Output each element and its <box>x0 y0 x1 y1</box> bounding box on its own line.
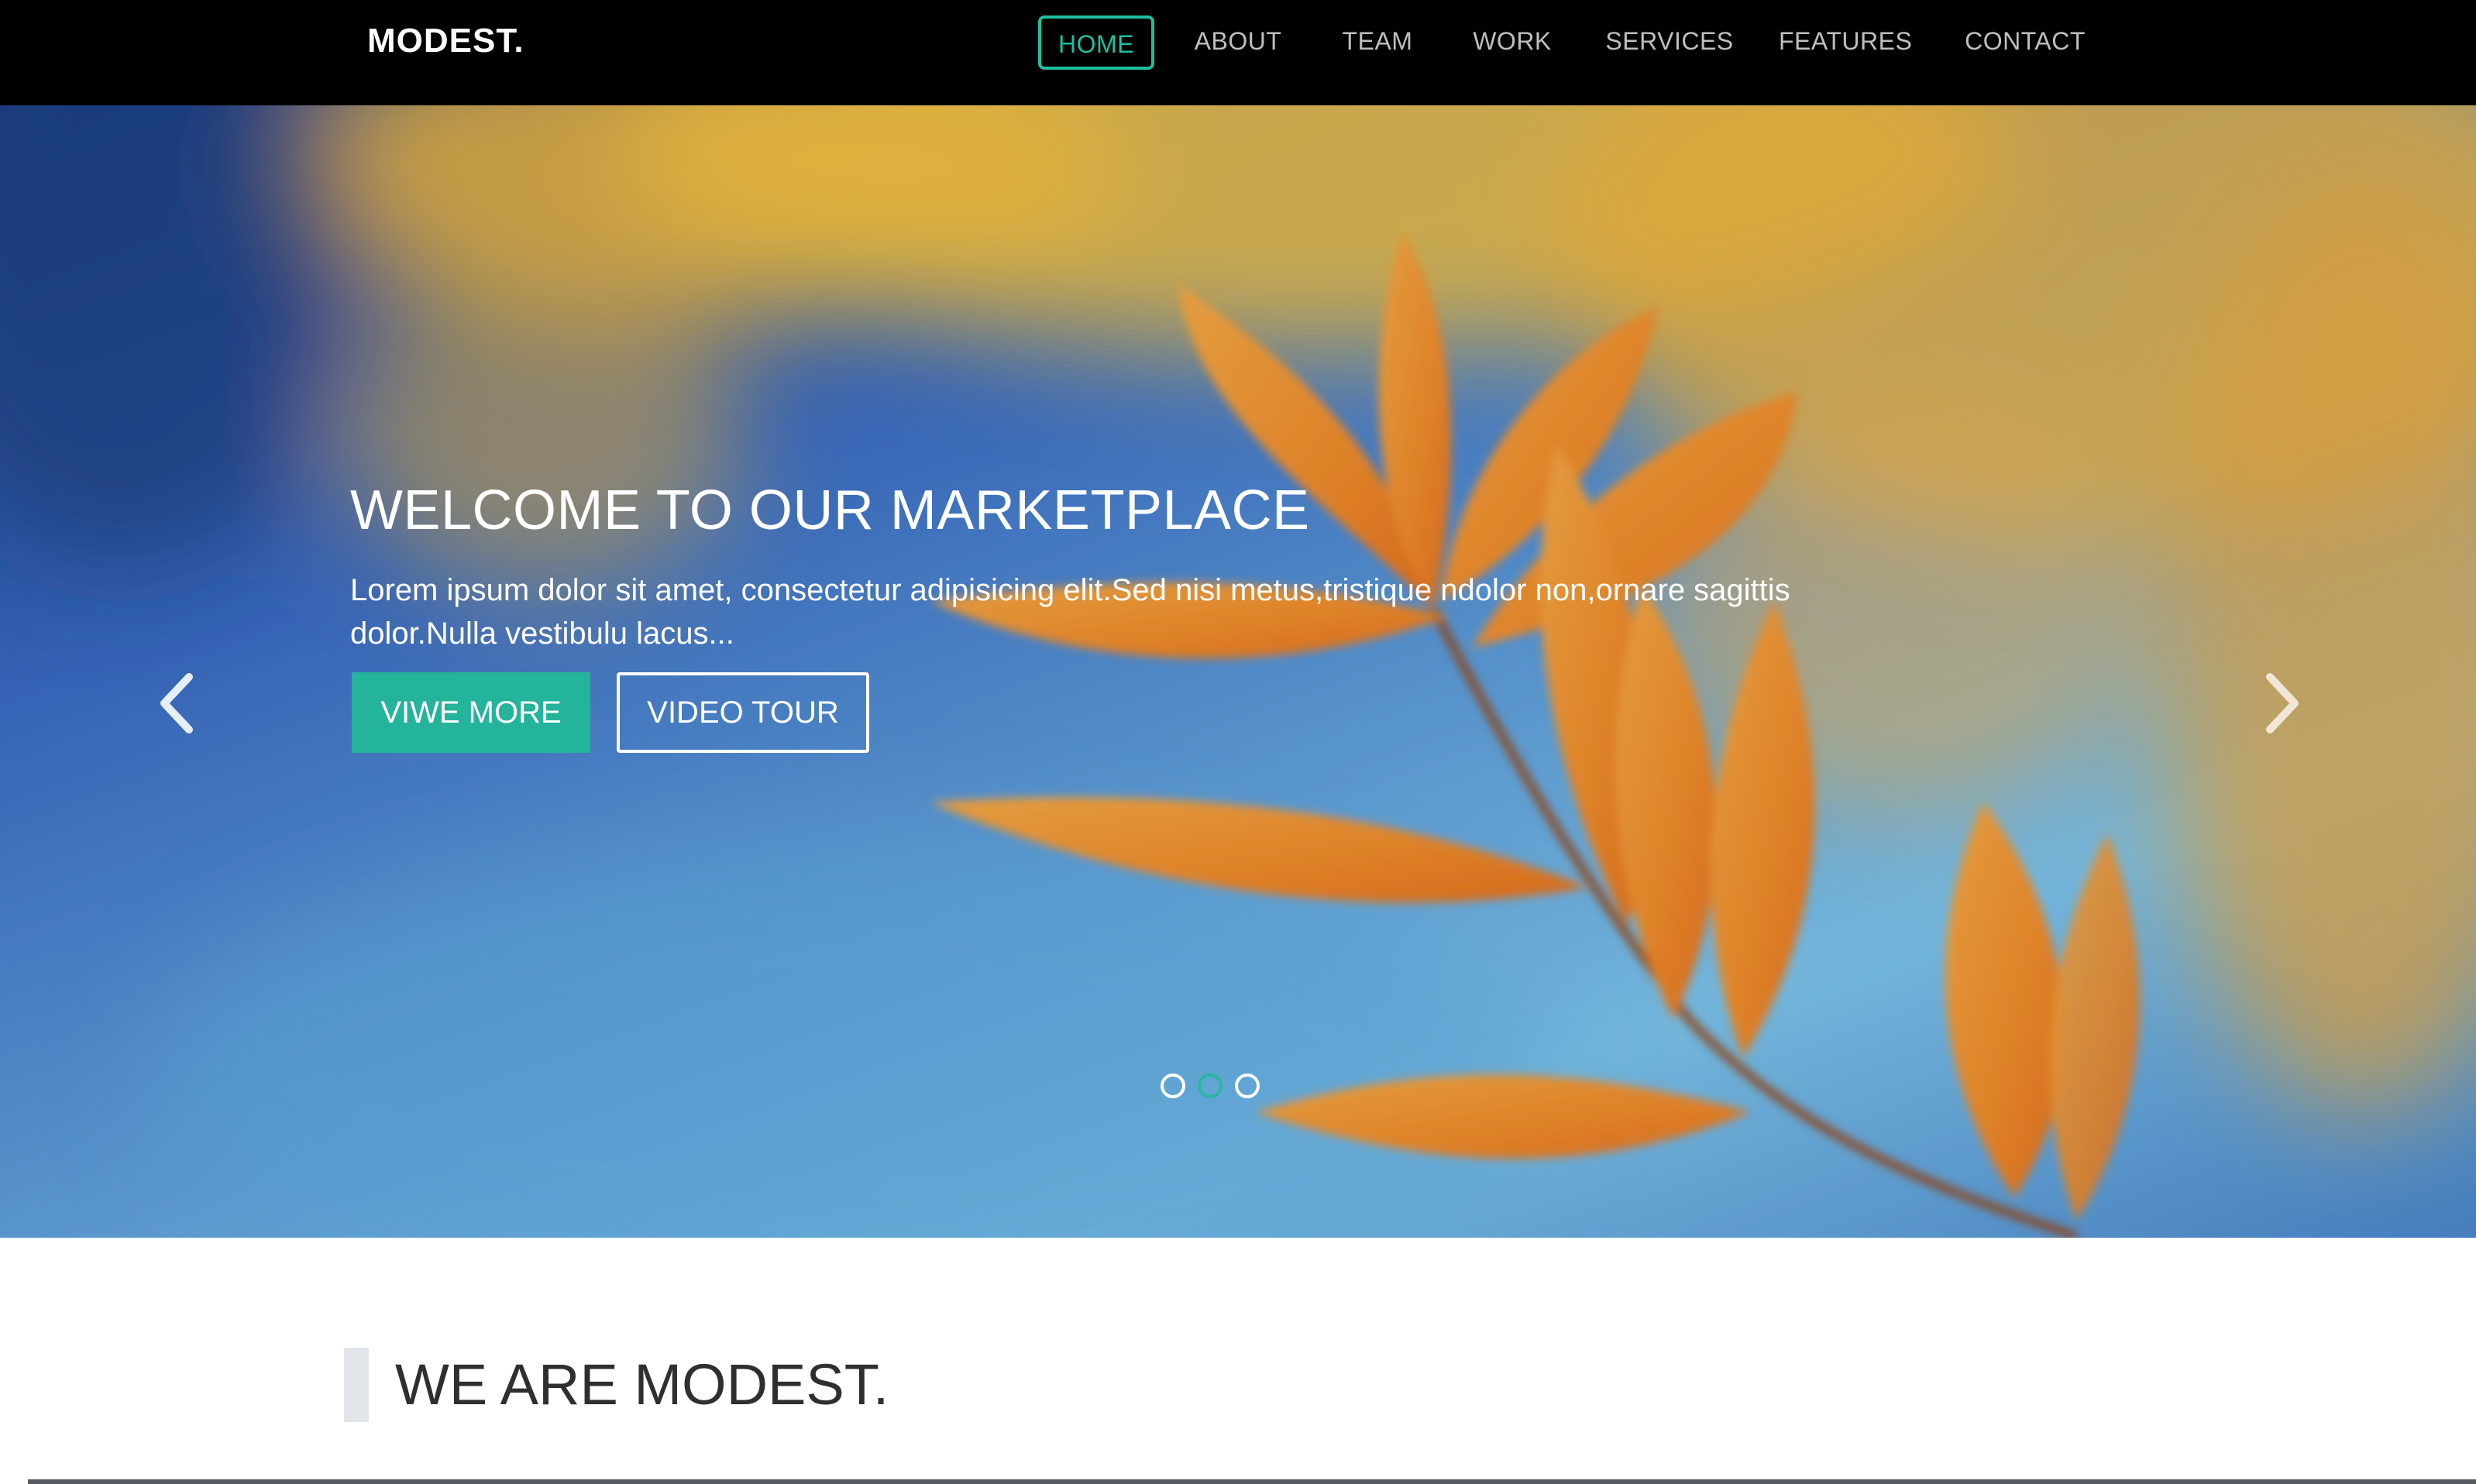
chevron-left-icon[interactable] <box>143 655 212 748</box>
nav-item-team[interactable]: TEAM <box>1329 15 1425 70</box>
brand-logo[interactable]: MODEST. <box>367 22 524 60</box>
hero-description: Lorem ipsum dolor sit amet, consectetur … <box>350 573 1790 651</box>
chevron-right-icon[interactable] <box>2247 655 2316 748</box>
nav-item-contact[interactable]: CONTACT <box>1955 15 2095 70</box>
hero-background-image <box>0 105 2476 1238</box>
about-title: WE ARE MODEST. <box>395 1352 889 1417</box>
nav-item-home[interactable]: HOME <box>1038 15 1154 70</box>
slider-dot-2[interactable] <box>1198 1073 1223 1098</box>
about-section: WE ARE MODEST. <box>0 1238 2476 1484</box>
nav-item-services[interactable]: SERVICES <box>1604 15 1735 70</box>
slider-dot-3[interactable] <box>1235 1073 1260 1098</box>
nav-item-features[interactable]: FEATURES <box>1779 15 1912 70</box>
video-tour-button[interactable]: VIDEO TOUR <box>617 672 869 753</box>
nav-item-work[interactable]: WORK <box>1464 15 1560 70</box>
hero-slider: WELCOME TO OUR MARKETPLACE Lorem ipsum d… <box>0 105 2476 1238</box>
section-divider <box>28 1479 2476 1484</box>
view-more-button[interactable]: VIWE MORE <box>352 672 590 753</box>
top-navbar: MODEST. HOME ABOUT TEAM WORK SERVICES FE… <box>0 0 2476 105</box>
section-accent-bar <box>344 1348 369 1422</box>
slider-pagination <box>1159 1073 1267 1101</box>
hero-title: WELCOME TO OUR MARKETPLACE <box>350 479 1310 541</box>
nav-item-about[interactable]: ABOUT <box>1185 15 1291 70</box>
slider-dot-1[interactable] <box>1161 1073 1185 1098</box>
